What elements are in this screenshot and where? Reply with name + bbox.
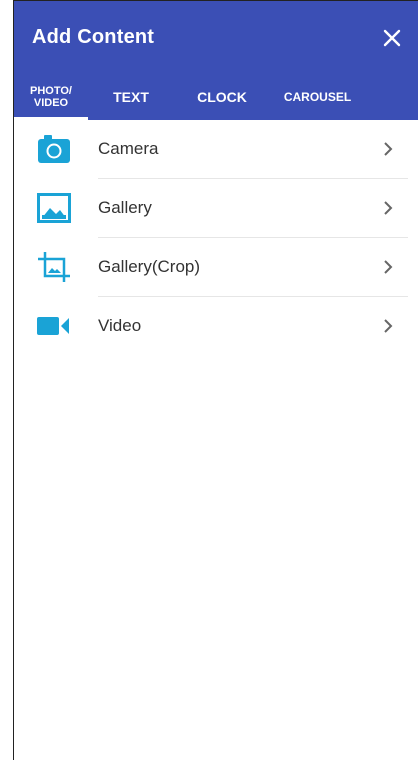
list-item-video[interactable]: Video — [14, 297, 418, 355]
close-icon — [383, 29, 401, 46]
list-item-camera[interactable]: Camera — [14, 120, 418, 178]
close-button[interactable] — [378, 24, 406, 52]
video-camera-icon — [34, 306, 74, 346]
tab-carousel-label: CAROUSEL — [283, 90, 352, 104]
chevron-right-icon — [376, 141, 400, 157]
crop-icon — [34, 247, 74, 287]
tab-clock-label: CLOCK — [197, 89, 247, 105]
image-icon — [34, 188, 74, 228]
list-item-label: Video — [98, 316, 142, 335]
chevron-right-icon — [376, 259, 400, 275]
list-item-gallery-crop[interactable]: Gallery(Crop) — [14, 238, 418, 296]
tab-text[interactable]: TEXT — [88, 74, 174, 120]
app-bar: Add Content — [14, 1, 418, 74]
list-item-label: Gallery(Crop) — [98, 257, 201, 276]
chevron-right-icon — [376, 318, 400, 334]
add-content-screen: Add Content PHOTO/ VIDEO TEXT CLOCK CARO… — [13, 0, 418, 760]
tab-photo-video-label-line2: VIDEO — [33, 97, 69, 109]
tab-text-label: TEXT — [113, 89, 149, 105]
chevron-right-icon — [376, 200, 400, 216]
content-source-list: Camera Gallery Gallery(Crop) Video — [14, 120, 418, 355]
page-title: Add Content — [32, 26, 155, 48]
list-item-label: Gallery — [98, 198, 152, 217]
tab-photo-video-label-line1: PHOTO/ — [30, 85, 72, 97]
tab-carousel[interactable]: CAROUSEL — [270, 74, 365, 120]
list-item-label: Camera — [98, 139, 159, 158]
list-item-gallery[interactable]: Gallery — [14, 179, 418, 237]
tab-clock[interactable]: CLOCK — [174, 74, 270, 120]
tab-photo-video[interactable]: PHOTO/ VIDEO — [14, 74, 88, 120]
tab-bar: PHOTO/ VIDEO TEXT CLOCK CAROUSEL — [14, 74, 418, 120]
camera-icon — [34, 129, 74, 169]
